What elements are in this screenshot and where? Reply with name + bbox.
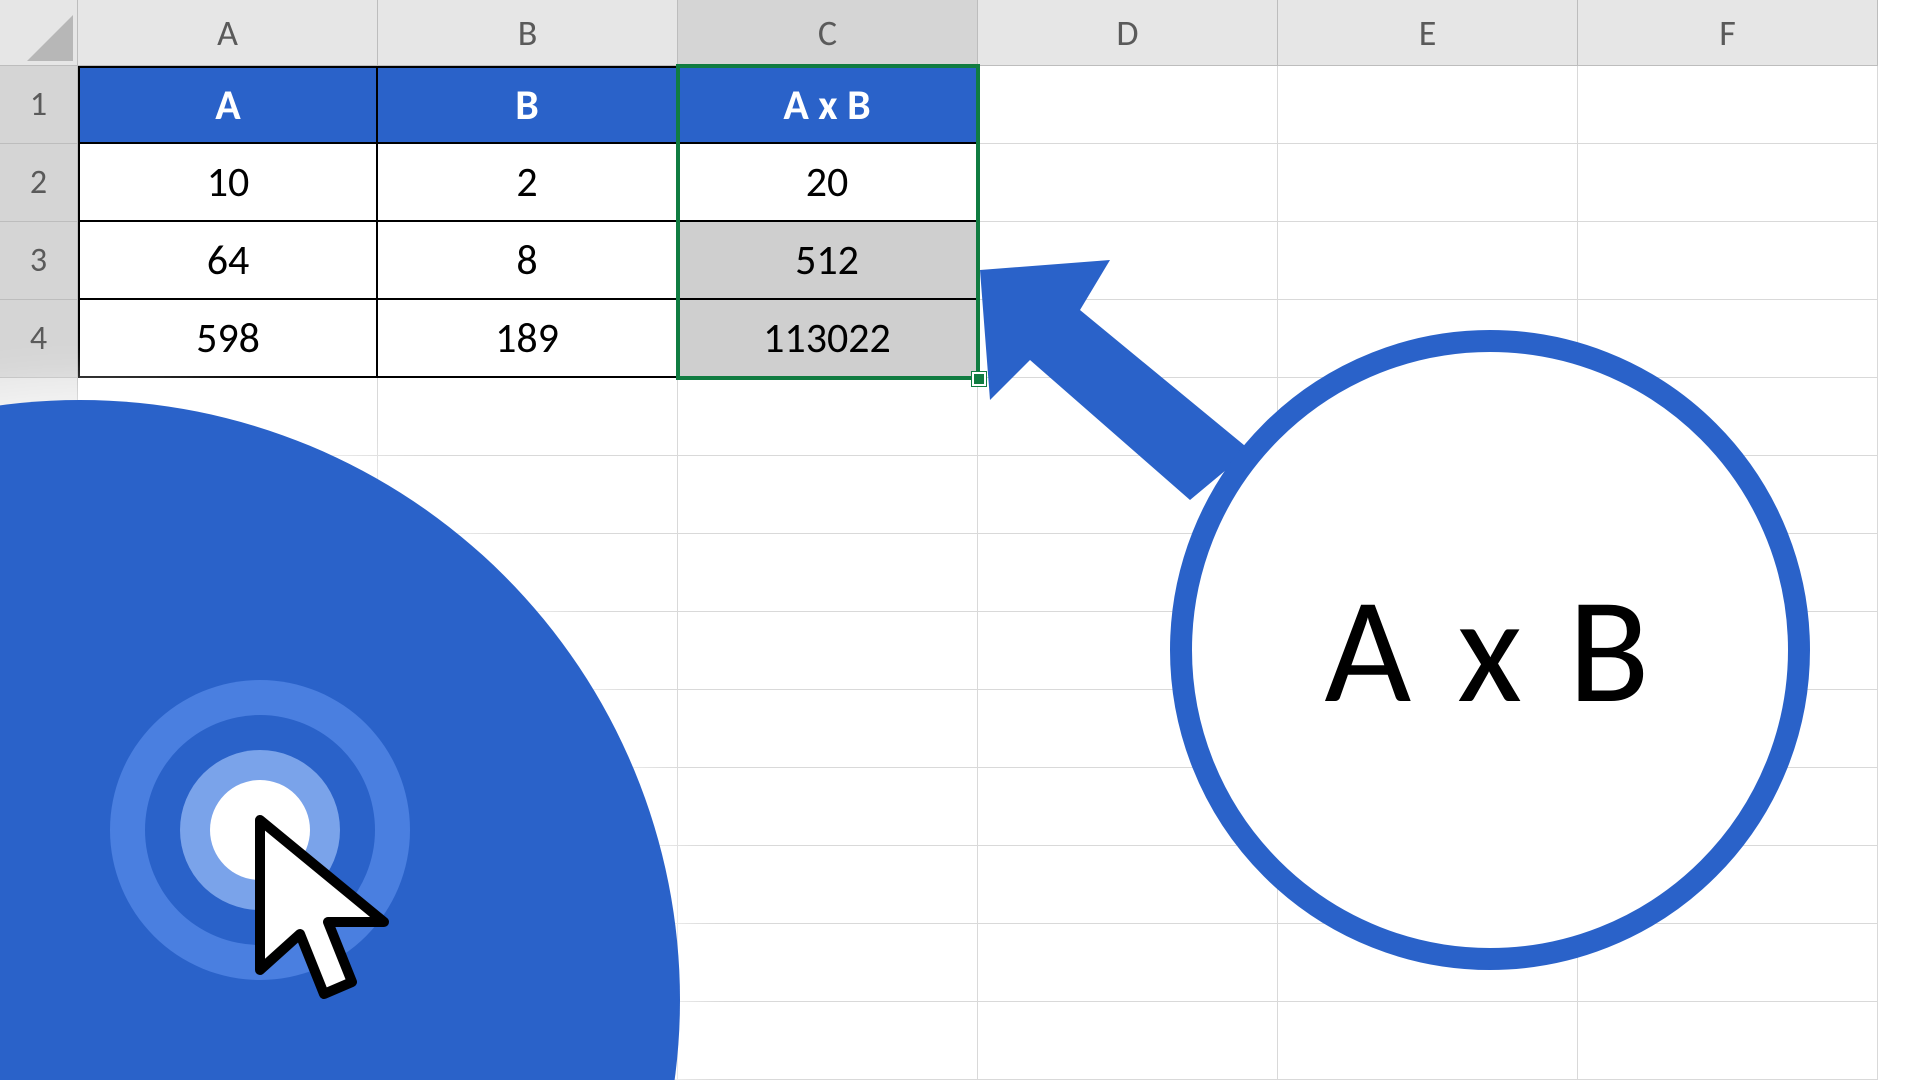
callout-bubble: A x B	[1170, 330, 1810, 970]
col-header-C[interactable]: C	[678, 0, 978, 66]
cell-E2[interactable]	[1278, 144, 1578, 222]
col-header-D[interactable]: D	[978, 0, 1278, 66]
cell-C6[interactable]	[678, 456, 978, 534]
col-header-E[interactable]: E	[1278, 0, 1578, 66]
row-header-3[interactable]: 3	[0, 222, 78, 300]
row-header-1[interactable]: 1	[0, 66, 78, 144]
cell-A1[interactable]: A	[78, 66, 378, 144]
cell-B5[interactable]	[378, 378, 678, 456]
cell-F2[interactable]	[1578, 144, 1878, 222]
cell-A4[interactable]: 598	[78, 300, 378, 378]
row-1: 1 A B A x B	[0, 66, 1920, 144]
col-header-A[interactable]: A	[78, 0, 378, 66]
spreadsheet-stage: A B C D E F 1 A B A x B 2 10 2 20	[0, 0, 1920, 1080]
cell-B4[interactable]: 189	[378, 300, 678, 378]
cell-C7[interactable]	[678, 534, 978, 612]
cell-C2[interactable]: 20	[678, 144, 978, 222]
cell-C4[interactable]: 113022	[678, 300, 978, 378]
cell-E1[interactable]	[1278, 66, 1578, 144]
callout-text: A x B	[1324, 559, 1655, 742]
select-all-corner[interactable]	[0, 0, 78, 66]
cell-A2[interactable]: 10	[78, 144, 378, 222]
column-header-row: A B C D E F	[0, 0, 1920, 66]
cell-B1[interactable]: B	[378, 66, 678, 144]
row-2: 2 10 2 20	[0, 144, 1920, 222]
cell-B3[interactable]: 8	[378, 222, 678, 300]
cell-D1[interactable]	[978, 66, 1278, 144]
cell-F1[interactable]	[1578, 66, 1878, 144]
cell-C1[interactable]: A x B	[678, 66, 978, 144]
cell-D2[interactable]	[978, 144, 1278, 222]
row-3: 3 64 8 512	[0, 222, 1920, 300]
cell-B2[interactable]: 2	[378, 144, 678, 222]
row-header-2[interactable]: 2	[0, 144, 78, 222]
col-header-B[interactable]: B	[378, 0, 678, 66]
cell-F3[interactable]	[1578, 222, 1878, 300]
cell-C3[interactable]: 512	[678, 222, 978, 300]
col-header-F[interactable]: F	[1578, 0, 1878, 66]
cell-A3[interactable]: 64	[78, 222, 378, 300]
cursor-icon	[240, 810, 440, 1040]
row-header-4[interactable]: 4	[0, 300, 78, 378]
cell-C5[interactable]	[678, 378, 978, 456]
cell-E3[interactable]	[1278, 222, 1578, 300]
